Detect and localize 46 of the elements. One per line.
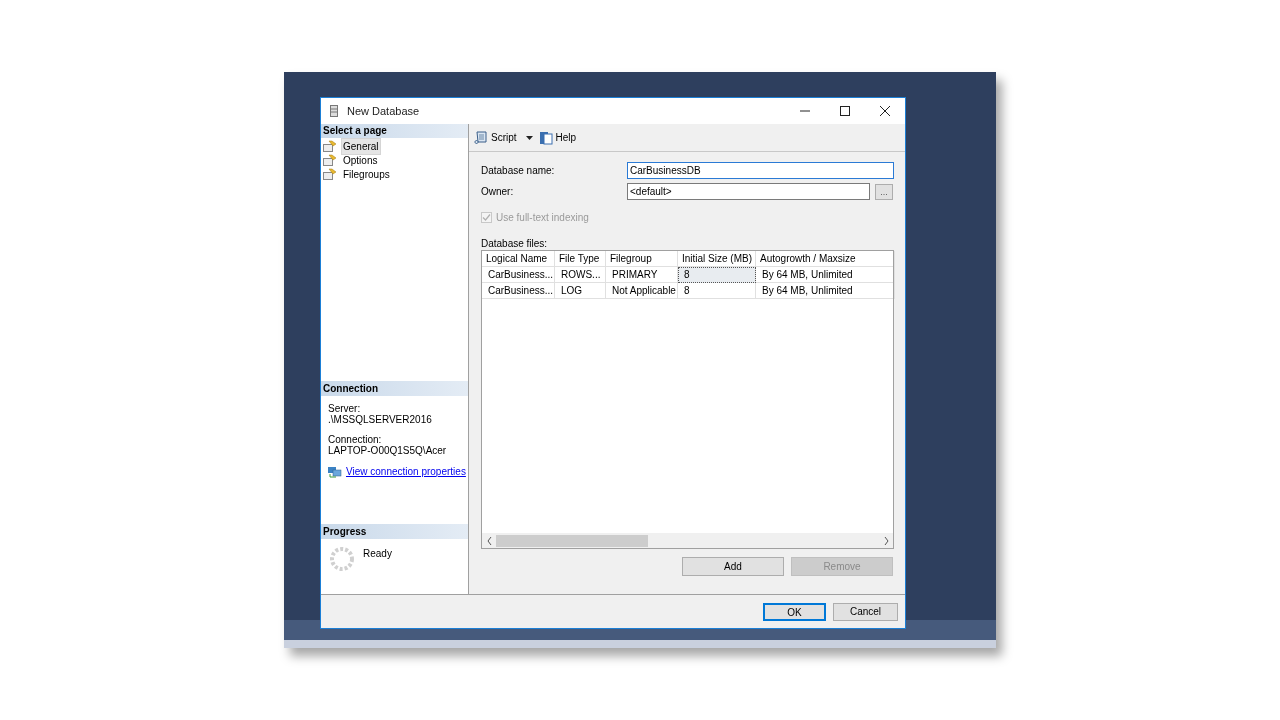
table-cell: CarBusiness... bbox=[482, 283, 555, 299]
page-icon bbox=[323, 168, 338, 180]
database-files-label: Database files: bbox=[481, 238, 549, 250]
table-cell: LOG bbox=[555, 283, 606, 299]
toolbar-button[interactable]: Script bbox=[474, 128, 533, 147]
database-name-field[interactable]: CarBusinessDB bbox=[627, 162, 894, 179]
connection-name: LAPTOP-O00Q1S5Q\Acer bbox=[328, 445, 448, 456]
table-cell: ROWS... bbox=[555, 267, 606, 283]
table-cell: By 64 MB, Unlimited bbox=[756, 267, 895, 283]
horizontal-scrollbar[interactable] bbox=[482, 533, 893, 548]
caret-icon bbox=[525, 135, 533, 140]
spinner-icon bbox=[329, 546, 355, 572]
window-title: New Database bbox=[347, 103, 420, 119]
section-header: Progress bbox=[321, 524, 468, 539]
table-cell: 8 bbox=[678, 283, 756, 299]
page-icon bbox=[323, 140, 338, 152]
database-icon bbox=[330, 105, 338, 117]
view-connection-properties-link[interactable]: View connection properties bbox=[346, 464, 466, 479]
progress-status: Ready bbox=[363, 547, 392, 561]
column-header[interactable]: File Type bbox=[555, 251, 606, 267]
server-name: .\MSSQLSERVER2016 bbox=[328, 414, 433, 425]
server-label: Server: bbox=[328, 403, 362, 414]
help-book-icon bbox=[538, 130, 553, 145]
owner-field[interactable]: <default> bbox=[627, 183, 870, 200]
column-header[interactable]: Autogrowth / Maxsize bbox=[756, 251, 895, 267]
scroll-thumb[interactable] bbox=[496, 534, 648, 547]
dialog-button[interactable]: OK bbox=[763, 602, 826, 621]
connection-label: Connection: bbox=[328, 434, 383, 445]
fulltext-label: Use full-text indexing bbox=[496, 210, 589, 225]
grid-button[interactable]: Add bbox=[682, 557, 784, 576]
table-cell: CarBusiness... bbox=[482, 267, 555, 283]
browse-button[interactable]: ... bbox=[875, 183, 893, 200]
table-cell: Not Applicable bbox=[606, 283, 678, 299]
column-header[interactable]: Logical Name bbox=[482, 251, 555, 267]
section-header: Select a page bbox=[321, 124, 468, 138]
scroll-icon bbox=[474, 130, 488, 145]
table-cell: 8 bbox=[678, 267, 756, 283]
dialog-button[interactable]: Cancel bbox=[833, 602, 898, 621]
toolbar-button[interactable]: Help bbox=[538, 128, 577, 147]
column-header[interactable]: Filegroup bbox=[606, 251, 678, 267]
computers-icon bbox=[328, 465, 342, 478]
table-cell: By 64 MB, Unlimited bbox=[756, 283, 895, 299]
owner-label: Owner: bbox=[481, 185, 515, 199]
database-name-label: Database name: bbox=[481, 164, 556, 178]
page-icon bbox=[323, 154, 338, 166]
section-header: Connection bbox=[321, 381, 468, 396]
